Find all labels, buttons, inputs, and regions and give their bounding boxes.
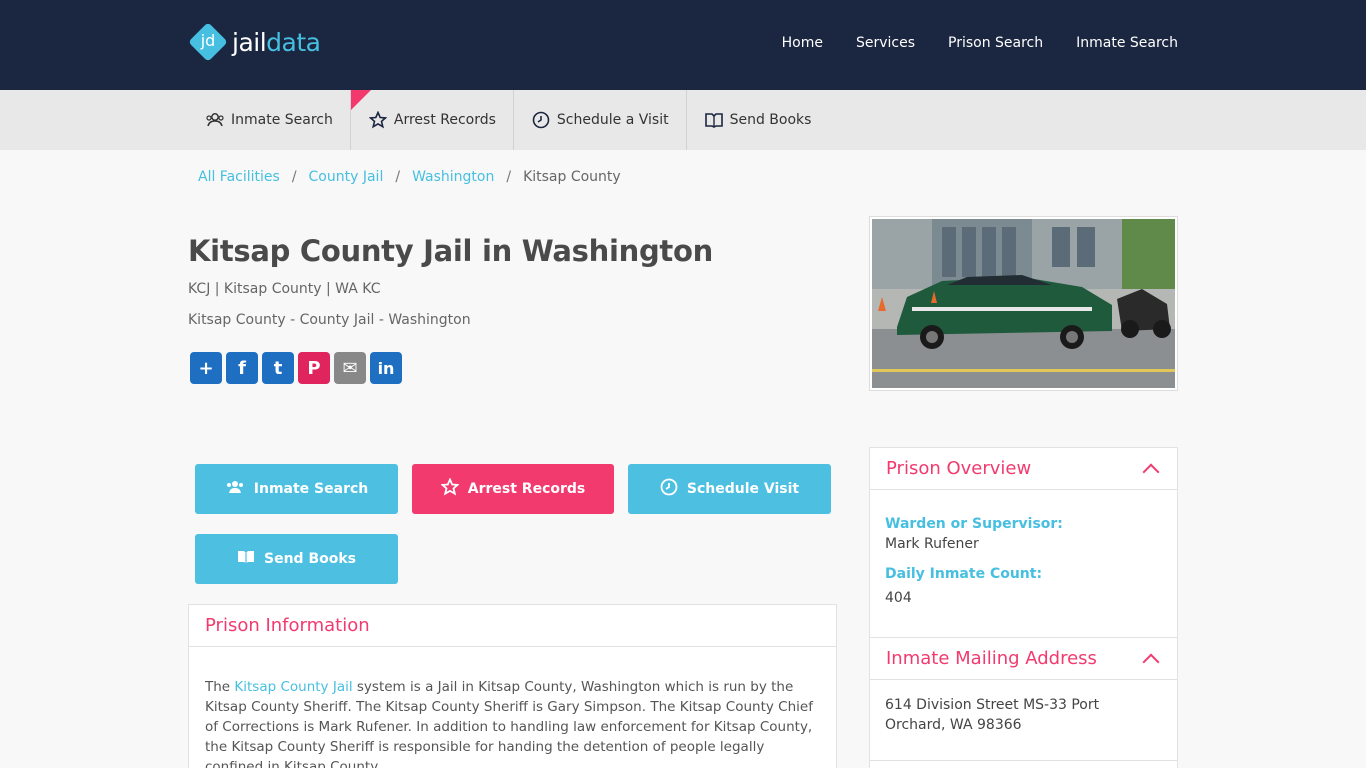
chevron-up-icon[interactable] [1142,653,1160,670]
chevron-up-icon[interactable] [1142,463,1160,480]
logo-mark: jd [188,22,228,62]
breadcrumb-separator: / [395,169,401,185]
share-icon[interactable]: + [190,352,222,384]
address-line: Orchard, WA 98366 [885,717,1022,733]
clock-icon [660,478,678,500]
subnav-label: Send Books [729,112,812,128]
prison-information-text: The Kitsap County Jail system is a Jail … [189,647,836,768]
linkedin-icon[interactable]: in [370,352,402,384]
button-label: Schedule Visit [686,481,800,497]
nav-home[interactable]: Home [782,35,823,51]
panel-header: Prison Information [189,605,836,647]
mailing-address: 614 Division Street MS-33 Port Orchard, … [870,680,1177,735]
facility-codes: KCJ | Kitsap County | WA KC [188,281,381,297]
subnav-arrest-records[interactable]: Arrest Records [350,90,514,150]
address-line: 614 Division Street MS-33 Port [885,697,1100,713]
site-logo[interactable]: jd jaildata [188,22,321,62]
inmate-count-label: Daily Inmate Count: [885,566,1043,582]
subnav-label: Arrest Records [393,112,496,128]
inmate-count-value: 404 [885,590,912,606]
mailing-address-panel: Inmate Mailing Address 614 Division Stre… [869,637,1178,768]
breadcrumb-separator: / [506,169,512,185]
panel-header[interactable]: Prison Overview [870,448,1177,490]
nav-services[interactable]: Services [856,35,915,51]
facility-link[interactable]: Kitsap County Jail [234,679,352,695]
star-icon [368,111,388,129]
subnav-send-books[interactable]: Send Books [687,90,829,150]
button-label: Inmate Search [253,481,369,497]
breadcrumb-all-facilities[interactable]: All Facilities [198,169,280,185]
nav-inmate-search[interactable]: Inmate Search [1076,35,1178,51]
warden-value: Mark Rufener [885,536,979,552]
breadcrumb-separator: / [291,169,297,185]
users-icon [225,480,245,498]
star-icon [440,477,460,500]
breadcrumb-current: Kitsap County [523,169,621,185]
flag-ribbon [350,90,371,110]
main-nav: Home Services Prison Search Inmate Searc… [782,35,1178,51]
pinterest-icon[interactable]: P [298,352,330,384]
send-books-button[interactable]: Send Books [195,534,398,584]
facility-path: Kitsap County - County Jail - Washington [188,312,471,328]
panel-title: Inmate Mailing Address [886,648,1097,669]
share-buttons: + f t P ✉ in [190,352,402,384]
prison-overview-panel: Prison Overview Warden or Supervisor: Ma… [869,447,1178,638]
email-icon[interactable]: ✉ [334,352,366,384]
arrest-records-button[interactable]: Arrest Records [412,464,614,514]
breadcrumb-washington[interactable]: Washington [412,169,494,185]
clock-icon [531,111,551,129]
breadcrumb: All Facilities / County Jail / Washingto… [198,169,621,185]
panel-header[interactable]: Inmate Mailing Address [870,638,1177,680]
button-label: Send Books [264,551,356,567]
subnav-inmate-search[interactable]: Inmate Search [188,90,351,150]
secondary-nav: Inmate Search Arrest Records Schedule a … [0,90,1366,150]
nav-prison-search[interactable]: Prison Search [948,35,1043,51]
users-icon [205,112,225,128]
panel-title: Prison Overview [886,458,1032,479]
breadcrumb-county-jail[interactable]: County Jail [309,169,384,185]
schedule-visit-button[interactable]: Schedule Visit [628,464,831,514]
button-label: Arrest Records [467,481,586,497]
book-icon [704,112,724,128]
prison-information-panel: Prison Information The Kitsap County Jai… [188,604,837,768]
facility-photo [869,216,1178,391]
subnav-label: Schedule a Visit [556,112,669,128]
logo-text: jaildata [232,27,321,57]
twitter-icon[interactable]: t [262,352,294,384]
subnav-schedule-visit[interactable]: Schedule a Visit [514,90,687,150]
info-text: The [205,679,235,695]
site-header: jd jaildata Home Services Prison Search … [0,0,1366,90]
panel-title: Prison Information [205,615,370,636]
facebook-icon[interactable]: f [226,352,258,384]
book-icon [237,550,255,568]
page-title: Kitsap County Jail in Washington [188,234,713,268]
subnav-label: Inmate Search [231,112,333,128]
inmate-search-button[interactable]: Inmate Search [195,464,398,514]
warden-label: Warden or Supervisor: [885,516,1063,532]
